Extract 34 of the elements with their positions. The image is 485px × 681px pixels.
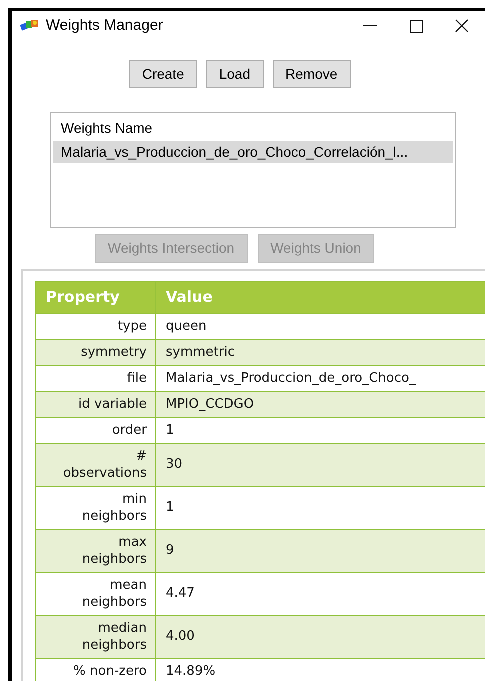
property-cell: mean neighbors	[36, 572, 156, 616]
list-header: Weights Name	[60, 118, 154, 138]
value-cell: queen	[156, 314, 485, 340]
value-cell: symmetric	[156, 340, 485, 366]
toolbar-button[interactable]: Load	[206, 60, 264, 88]
list-item[interactable]: Malaria_vs_Produccion_de_oro_Choco_Correlación_l...	[53, 141, 453, 163]
property-cell: symmetry	[36, 340, 156, 366]
property-cell: type	[36, 314, 156, 340]
value-cell: 4.47	[156, 572, 485, 616]
column-header: Value	[156, 282, 485, 314]
app-logo-icon	[20, 19, 40, 33]
toolbar-button[interactable]: Create	[129, 60, 198, 88]
property-cell: file	[36, 366, 156, 392]
property-cell: % non-zero	[36, 658, 156, 681]
property-cell: id variable	[36, 392, 156, 418]
property-cell: median neighbors	[36, 616, 156, 658]
value-cell: Malaria_vs_Produccion_de_oro_Choco_	[156, 366, 485, 392]
property-cell: min neighbors	[36, 486, 156, 530]
value-cell: 4.00	[156, 616, 485, 658]
minimize-icon	[363, 25, 377, 27]
property-cell: # observations	[36, 444, 156, 486]
column-header: Property	[36, 282, 156, 314]
value-cell: 9	[156, 530, 485, 572]
window-title: Weights Manager	[46, 16, 164, 36]
value-cell: MPIO_CCDGO	[156, 392, 485, 418]
property-cell: max neighbors	[36, 530, 156, 572]
value-cell: 30	[156, 444, 485, 486]
value-cell: 1	[156, 418, 485, 444]
maximize-icon	[410, 20, 422, 32]
value-cell: 14.89%	[156, 658, 485, 681]
property-cell: order	[36, 418, 156, 444]
value-cell: 1	[156, 486, 485, 530]
toolbar-button[interactable]: Remove	[272, 60, 351, 88]
close-icon	[455, 19, 469, 33]
